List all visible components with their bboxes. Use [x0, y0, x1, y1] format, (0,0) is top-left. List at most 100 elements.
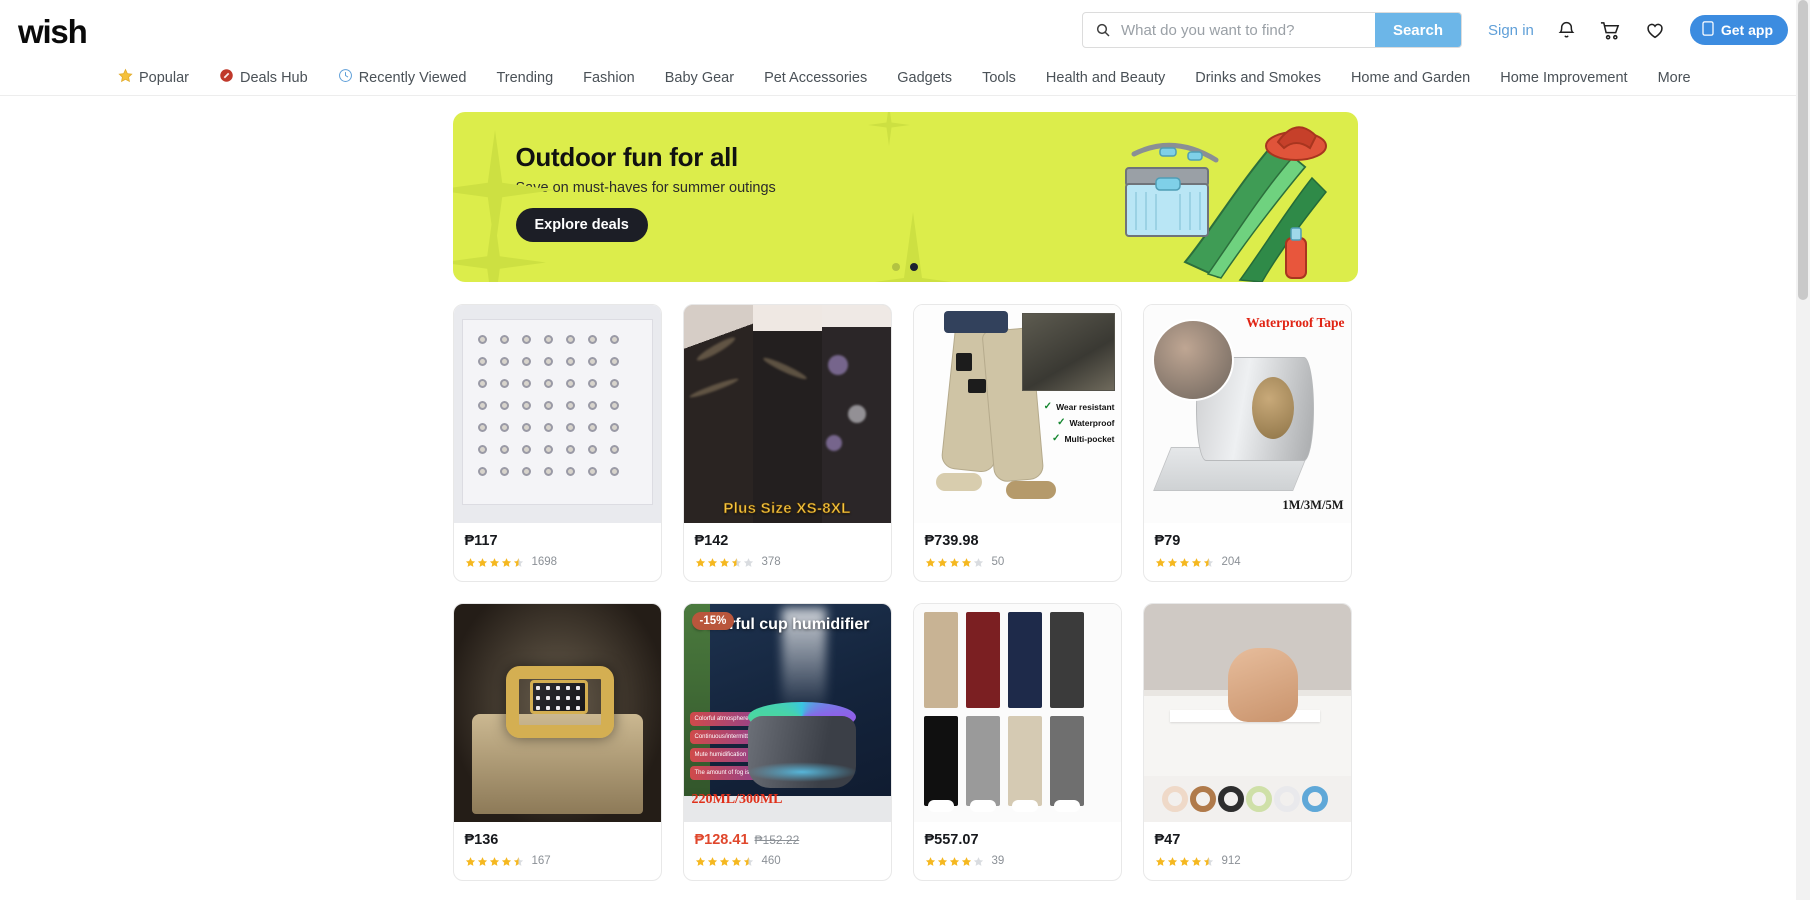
- feature-label: Wear resistant: [1056, 401, 1115, 412]
- heart-icon[interactable]: [1644, 19, 1666, 41]
- product-price: ₱117: [464, 533, 498, 549]
- product-price: ₱557.07: [924, 832, 979, 848]
- nav-item-health-and-beauty[interactable]: Health and Beauty: [1046, 70, 1165, 86]
- product-card[interactable]: Waterproof Tape 1M/3M/5M ₱79 204: [1142, 304, 1352, 582]
- nav-item-drinks-and-smokes[interactable]: Drinks and Smokes: [1195, 70, 1321, 86]
- star-rating-icon: [465, 557, 524, 568]
- product-image[interactable]: ✓ Wear resistant ✓ Waterproof ✓ Multi-pocke…: [913, 305, 1121, 523]
- search-icon: [1083, 22, 1119, 38]
- check-icon: ✓: [1043, 401, 1053, 412]
- nav-label: Recently Viewed: [358, 69, 467, 86]
- review-count: 39: [991, 855, 1005, 867]
- tag-icon: [219, 68, 234, 87]
- review-count: 50: [991, 556, 1005, 568]
- cart-icon[interactable]: [1599, 19, 1622, 42]
- product-rating: 39: [925, 855, 1110, 867]
- nav-item-trending[interactable]: Trending: [496, 70, 553, 86]
- product-info: ₱142 378: [684, 523, 891, 581]
- product-image[interactable]: [453, 604, 661, 822]
- nav-label: Popular: [139, 69, 189, 86]
- nav-item-tools[interactable]: Tools: [982, 70, 1016, 86]
- star-rating-icon: [695, 856, 754, 867]
- nav-item-gadgets[interactable]: Gadgets: [897, 70, 952, 86]
- nav-item-deals-hub[interactable]: Deals Hub: [219, 68, 308, 87]
- get-app-button[interactable]: Get app: [1689, 15, 1788, 45]
- sign-in-link[interactable]: Sign in: [1488, 22, 1534, 39]
- nav-item-popular[interactable]: Popular: [118, 68, 189, 87]
- product-card[interactable]: ✓ Wear resistant ✓ Waterproof ✓ Multi-pocke…: [912, 304, 1122, 582]
- nav-label: Home and Garden: [1350, 69, 1471, 86]
- search-button[interactable]: Search: [1374, 13, 1461, 47]
- promo-banner[interactable]: Outdoor fun for all Save on must-haves f…: [452, 112, 1358, 282]
- nav-label: Health and Beauty: [1045, 69, 1166, 86]
- nav-item-fashion[interactable]: Fashion: [583, 70, 635, 86]
- review-count: 167: [531, 855, 551, 867]
- main-content: Outdoor fun for all Save on must-haves f…: [452, 96, 1358, 881]
- banner-pagination[interactable]: [453, 263, 1358, 271]
- nav-item-home-improvement[interactable]: Home Improvement: [1500, 70, 1627, 86]
- nav-label: Tools: [982, 69, 1016, 86]
- product-card[interactable]: Plus Size XS-8XL ₱142 378: [682, 304, 892, 582]
- product-rating: 204: [1155, 556, 1340, 568]
- feature-label: Multi-pocket: [1064, 433, 1115, 444]
- star-rating-icon: [1155, 856, 1214, 867]
- nav-item-recently-viewed[interactable]: Recently Viewed: [338, 68, 467, 87]
- product-info: ₱47 912: [1144, 822, 1351, 880]
- product-image[interactable]: Plus Size XS-8XL: [683, 305, 891, 523]
- nav-label: Gadgets: [897, 69, 953, 86]
- product-info: ₱79 204: [1144, 523, 1351, 581]
- product-image[interactable]: [1143, 604, 1351, 822]
- search-bar[interactable]: Search: [1082, 12, 1462, 48]
- original-price: ₱152.22: [754, 833, 800, 847]
- sale-price: ₱128.41: [694, 832, 749, 848]
- product-price: ₱142: [694, 533, 729, 549]
- banner-dot-1[interactable]: [892, 263, 900, 271]
- product-info: ₱136 167: [454, 822, 661, 880]
- image-caption-size: 220ML/300ML: [691, 792, 783, 807]
- star-rating-icon: [925, 557, 984, 568]
- product-image[interactable]: Waterproof Tape 1M/3M/5M: [1143, 305, 1351, 523]
- review-count: 378: [761, 556, 781, 568]
- clock-icon: [338, 68, 353, 87]
- product-image[interactable]: [453, 305, 661, 523]
- product-card[interactable]: ₱47 912: [1142, 603, 1352, 881]
- caulk-tape-photo: [1143, 604, 1351, 822]
- nav-label: Pet Accessories: [764, 69, 868, 86]
- product-card[interactable]: ₱117 1698: [452, 304, 662, 582]
- product-card[interactable]: -15% Colorful cup humidifier Colorful at…: [682, 603, 892, 881]
- image-caption: Plus Size XS-8XL: [723, 500, 851, 518]
- wish-logo[interactable]: wish: [18, 15, 88, 48]
- nav-item-pet-accessories[interactable]: Pet Accessories: [764, 70, 867, 86]
- nav-item-more[interactable]: More: [1658, 70, 1691, 86]
- product-card[interactable]: ₱557.07 39: [912, 603, 1122, 881]
- nav-label: Home Improvement: [1500, 69, 1628, 86]
- search-input[interactable]: [1119, 13, 1375, 47]
- star-rating-icon: [925, 856, 984, 867]
- product-image[interactable]: [913, 604, 1121, 822]
- nav-label: Fashion: [583, 69, 635, 86]
- feature-label: Waterproof: [1069, 417, 1115, 428]
- product-price: ₱128.41 ₱152.22: [695, 832, 880, 848]
- discount-badge: -15%: [691, 612, 735, 630]
- nav-item-baby-gear[interactable]: Baby Gear: [665, 70, 734, 86]
- product-info: ₱117 1698: [454, 523, 661, 581]
- review-count: 204: [1221, 556, 1241, 568]
- product-card[interactable]: ₱136 167: [452, 603, 662, 881]
- product-rating: 50: [925, 556, 1110, 568]
- star-rating-icon: [465, 856, 524, 867]
- product-info: ₱557.07 39: [914, 822, 1121, 880]
- site-header: wish Search Sign in: [0, 0, 1810, 60]
- banner-dot-2[interactable]: [910, 263, 918, 271]
- page-scrollbar[interactable]: [1796, 0, 1810, 900]
- nav-label: Trending: [496, 69, 554, 86]
- product-price: ₱47: [1154, 832, 1181, 848]
- product-rating: 460: [695, 855, 880, 867]
- image-caption-size: 1M/3M/5M: [1282, 498, 1344, 512]
- product-image[interactable]: Colorful cup humidifier Colorful atmosph…: [683, 604, 891, 822]
- product-price: ₱79: [1154, 533, 1181, 549]
- nav-item-home-and-garden[interactable]: Home and Garden: [1351, 70, 1470, 86]
- scrollbar-thumb[interactable]: [1798, 0, 1808, 300]
- review-count: 912: [1221, 855, 1241, 867]
- bell-icon[interactable]: [1556, 20, 1577, 41]
- rings-tray-photo: [453, 305, 661, 523]
